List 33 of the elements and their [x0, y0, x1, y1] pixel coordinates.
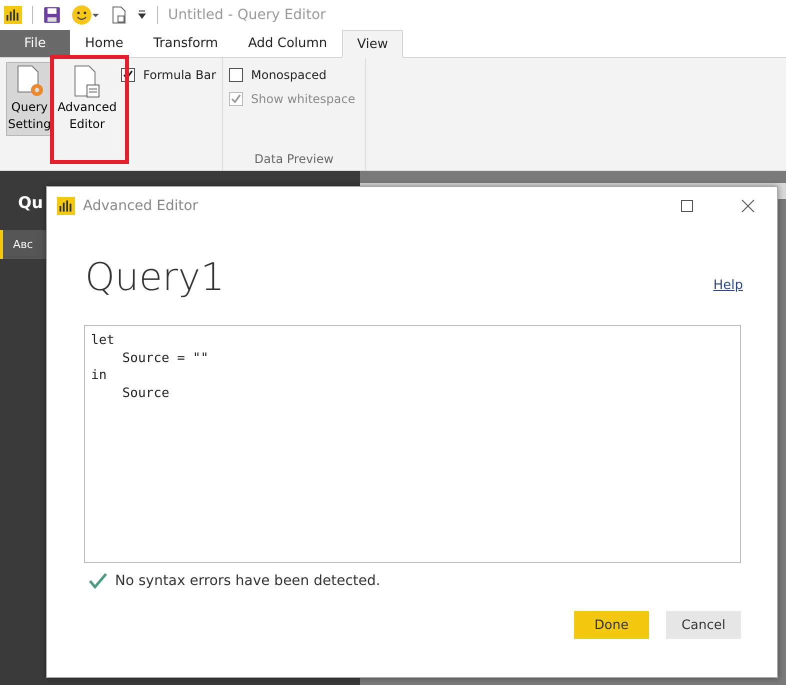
save-icon[interactable]	[43, 6, 61, 24]
checkbox-option[interactable]: Monospaced	[229, 68, 359, 82]
ribbon-tab[interactable]: Transform	[138, 30, 234, 57]
group-label: Data Preview	[253, 152, 335, 166]
status-message: No syntax errors have been detected.	[115, 573, 380, 589]
dropdown-icon[interactable]	[137, 10, 147, 20]
code-line: let	[91, 332, 116, 350]
dialog-button[interactable]: Cancel	[666, 611, 741, 639]
document-icon[interactable]	[111, 6, 127, 24]
settings-icon	[14, 65, 44, 99]
dialog-title: Advanced Editor	[83, 198, 198, 214]
app-logo-icon	[57, 197, 75, 215]
ribbon-tab[interactable]: File	[0, 30, 70, 57]
checkbox[interactable]	[229, 68, 243, 82]
window-title: Untitled - Query Editor	[168, 7, 326, 23]
ribbon-tab[interactable]: Add Column	[233, 30, 342, 57]
code-line: Source	[121, 384, 170, 402]
maximize-icon[interactable]	[681, 200, 693, 212]
close-icon[interactable]	[741, 199, 755, 213]
ribbon-tab[interactable]: View	[342, 30, 404, 58]
checkmark-icon	[89, 573, 107, 589]
code-line: in	[91, 367, 108, 384]
document-icon	[72, 65, 102, 99]
code-line: Source = ""	[121, 350, 210, 367]
help-link[interactable]: Help	[713, 278, 743, 293]
query-heading: Query1	[85, 255, 225, 299]
smiley-icon[interactable]	[71, 4, 101, 26]
ribbon-tab[interactable]: Home	[70, 30, 138, 57]
app-logo-icon	[4, 6, 22, 24]
dialog-button[interactable]: Done	[574, 611, 649, 639]
checkbox-option[interactable]: Formula Bar	[121, 68, 216, 82]
panel-title: Qu	[18, 193, 43, 212]
code-editor[interactable]: let Source = "" in Source	[84, 325, 741, 563]
